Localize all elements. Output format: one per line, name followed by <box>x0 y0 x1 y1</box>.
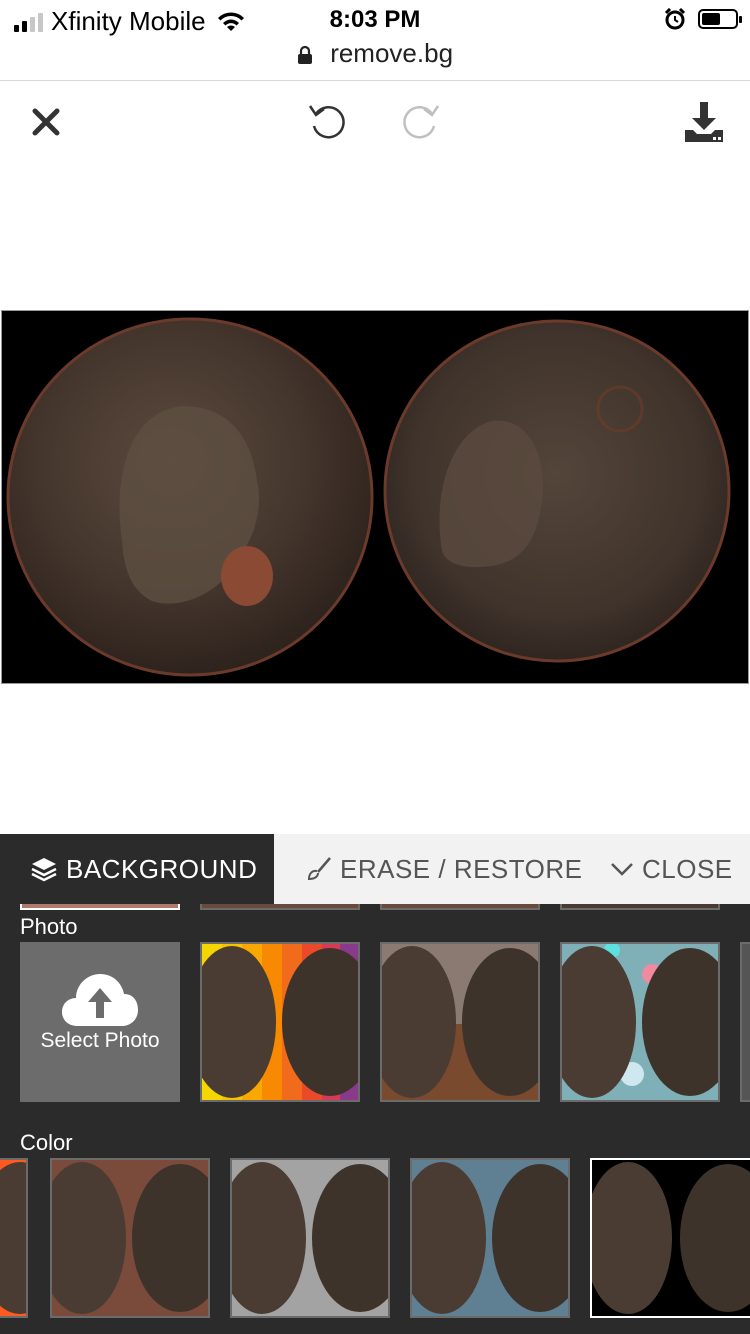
select-photo-button[interactable]: Select Photo <box>20 942 180 1102</box>
undo-button[interactable] <box>302 96 354 148</box>
photo-background-thumb[interactable] <box>740 942 750 1102</box>
color-background-thumb[interactable] <box>50 1158 210 1318</box>
cloud-upload-icon <box>62 974 138 1026</box>
url-bar[interactable]: remove.bg <box>0 38 750 69</box>
brown-color-thumb <box>52 1162 208 1314</box>
download-icon <box>685 102 723 142</box>
previous-row-thumb <box>560 904 720 910</box>
download-button[interactable] <box>678 96 730 148</box>
background-panel: BACKGROUND ERASE / RESTORE CLOSE Photo S… <box>0 834 750 1334</box>
photo-background-thumb[interactable] <box>380 942 540 1102</box>
editor-toolbar <box>0 82 750 162</box>
clock: 8:03 PM <box>329 6 421 33</box>
url-text: remove.bg <box>330 38 454 68</box>
tab-close[interactable]: CLOSE <box>610 834 733 904</box>
photo-background-thumb[interactable] <box>560 942 720 1102</box>
color-background-thumb[interactable] <box>230 1158 390 1318</box>
photo-background-thumb[interactable] <box>200 942 360 1102</box>
lock-icon <box>297 46 312 65</box>
color-background-thumb[interactable] <box>410 1158 570 1318</box>
image-stage <box>0 162 750 834</box>
tab-erase-restore[interactable]: ERASE / RESTORE <box>306 834 583 904</box>
tab-erase-restore-label: ERASE / RESTORE <box>340 853 583 884</box>
select-photo-label: Select Photo <box>40 1029 160 1052</box>
previous-row-thumb <box>380 904 540 910</box>
tab-background-label: BACKGROUND <box>66 853 258 884</box>
rainbow-background-thumb <box>202 944 358 1100</box>
redo-button[interactable] <box>394 96 446 148</box>
status-bar: Xfinity Mobile 8:03 PM remove.bg <box>0 0 750 81</box>
close-button[interactable] <box>20 96 72 148</box>
color-background-thumb[interactable] <box>0 1158 28 1318</box>
color-section-label: Color <box>20 1130 73 1155</box>
undo-icon <box>308 105 345 139</box>
previous-row-thumb <box>200 904 360 910</box>
previous-row-thumb <box>20 904 180 910</box>
coins-image <box>6 317 731 677</box>
status-right <box>664 8 742 30</box>
tab-background[interactable]: BACKGROUND <box>0 834 274 904</box>
tab-close-label: CLOSE <box>642 853 733 884</box>
brick-wood-background-thumb <box>382 944 538 1100</box>
orange-color-thumb <box>0 1162 26 1314</box>
alarm-icon <box>664 8 686 30</box>
redo-icon <box>403 105 440 139</box>
chevron-down-icon <box>611 863 633 876</box>
panel-tabs: BACKGROUND ERASE / RESTORE CLOSE <box>0 834 750 904</box>
battery-icon <box>698 9 742 29</box>
photo-section-label: Photo <box>20 914 78 939</box>
gray-color-thumb <box>232 1162 388 1314</box>
black-color-thumb <box>592 1162 750 1314</box>
color-background-thumb-selected[interactable] <box>590 1158 750 1318</box>
bokeh-background-thumb <box>562 944 718 1100</box>
layers-icon <box>31 858 57 882</box>
slate-blue-color-thumb <box>412 1162 568 1314</box>
edited-image[interactable] <box>1 310 749 684</box>
brush-icon <box>307 857 331 881</box>
close-icon <box>32 108 60 136</box>
